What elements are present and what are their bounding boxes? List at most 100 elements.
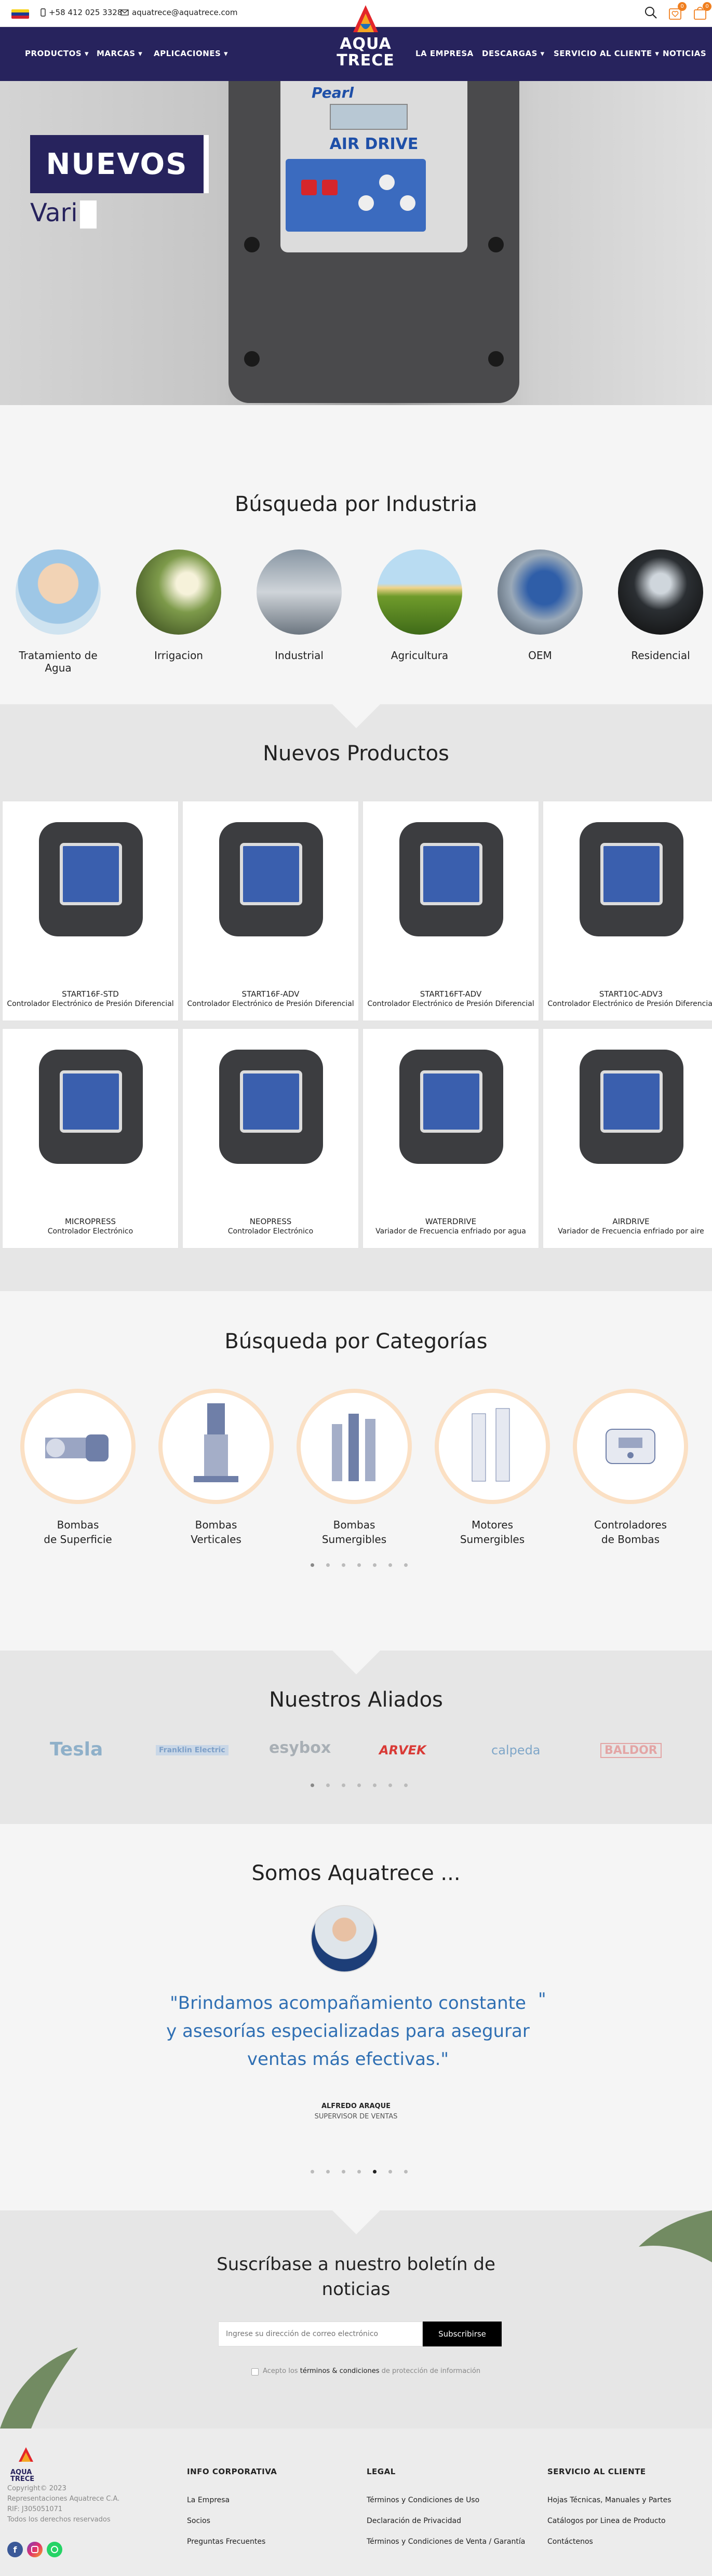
testimonial-pager-dot[interactable] bbox=[342, 2170, 345, 2174]
subscribe-button[interactable]: Subscribirse bbox=[423, 2322, 502, 2346]
category-sumergibles[interactable]: Bombas Sumergibles bbox=[297, 1393, 411, 1547]
allies-pager-dot[interactable] bbox=[373, 1783, 377, 1787]
industry-irrigacion[interactable]: Irrigacion bbox=[136, 549, 221, 662]
cart-button[interactable]: 0 bbox=[692, 2, 711, 22]
categories-pager-dot[interactable] bbox=[326, 1563, 330, 1567]
category-superficie[interactable]: Bombas de Superficie bbox=[21, 1393, 135, 1547]
product-card[interactable]: WATERDRIVE Variador de Frecuencia enfriad… bbox=[362, 1028, 539, 1249]
product-card[interactable]: START16FT-ADV Controlador Electrónico de … bbox=[362, 801, 539, 1021]
allies-pager-dot[interactable] bbox=[388, 1783, 392, 1787]
category-motores[interactable]: Motores Sumergibles bbox=[435, 1393, 549, 1547]
nav-servicio[interactable]: SERVICIO AL CLIENTE ▾ bbox=[554, 49, 659, 58]
testimonial-pager-dot[interactable] bbox=[404, 2170, 408, 2174]
product-panel bbox=[420, 1070, 482, 1133]
industry-agricultura[interactable]: Agricultura bbox=[377, 549, 462, 662]
testimonial-pager-dot[interactable] bbox=[388, 2170, 392, 2174]
industry-agricultura-image bbox=[377, 549, 462, 635]
category-motores-line1: Motores bbox=[471, 1519, 514, 1531]
allies-pager-dot[interactable] bbox=[342, 1783, 345, 1787]
product-image bbox=[580, 1050, 683, 1164]
allies-pager-dot[interactable] bbox=[326, 1783, 330, 1787]
nav-aplicaciones[interactable]: APLICACIONES ▾ bbox=[154, 49, 228, 58]
nav-empresa[interactable]: LA EMPRESA bbox=[415, 49, 474, 58]
phone-contact[interactable]: +58 412 025 3328 bbox=[41, 8, 122, 17]
product-desc: Controlador Electrónico de Presión Difer… bbox=[7, 1000, 174, 1008]
allies-pager-dot[interactable] bbox=[404, 1783, 408, 1787]
ally-logo-tesla[interactable]: Tesla bbox=[50, 1739, 103, 1760]
industry-title: Búsqueda por Industria bbox=[234, 492, 478, 516]
footer-link-socios[interactable]: Socios bbox=[187, 2517, 210, 2525]
aquatrece-logo[interactable]: AQUA TRECE bbox=[334, 3, 397, 76]
ally-logo-baldor[interactable]: BALDOR bbox=[600, 1743, 662, 1758]
phone-text: +58 412 025 3328 bbox=[49, 8, 123, 17]
venezuela-flag-icon[interactable] bbox=[11, 9, 29, 19]
newsletter-email-input[interactable] bbox=[218, 2322, 423, 2346]
categories-pager-dot[interactable] bbox=[311, 1563, 314, 1567]
nav-noticias[interactable]: NOTICIAS bbox=[663, 49, 706, 58]
category-controladores[interactable]: Controladores de Bombas bbox=[573, 1393, 688, 1547]
device-brand: Pearl bbox=[312, 84, 354, 101]
ally-logo-arvek[interactable]: ARVEK bbox=[379, 1743, 426, 1757]
category-verticales[interactable]: Bombas Verticales bbox=[159, 1393, 273, 1547]
whatsapp-icon[interactable] bbox=[47, 2542, 62, 2557]
product-image bbox=[580, 822, 683, 936]
industry-oem[interactable]: OEM bbox=[498, 549, 583, 662]
nav-descargas[interactable]: DESCARGAS ▾ bbox=[482, 49, 545, 58]
instagram-icon[interactable] bbox=[27, 2542, 43, 2557]
nav-marcas[interactable]: MARCAS ▾ bbox=[97, 49, 142, 58]
categories-pager-dot[interactable] bbox=[404, 1563, 408, 1567]
ally-logo-esybox[interactable]: esybox bbox=[269, 1739, 331, 1757]
product-card[interactable]: NEOPRESS Controlador Electrónico bbox=[182, 1028, 359, 1249]
footer-link-catalogs[interactable]: Catálogos por Linea de Producto bbox=[547, 2517, 666, 2525]
footer-link-terms-sale[interactable]: Términos y Condiciones de Venta / Garant… bbox=[367, 2538, 525, 2546]
industry-tratamiento[interactable]: Tratamiento de Agua bbox=[16, 549, 101, 674]
allies-title: Nuestros Aliados bbox=[269, 1688, 443, 1712]
footer-logo[interactable]: AQUA TRECE bbox=[10, 2446, 42, 2483]
categories-pager-dot[interactable] bbox=[357, 1563, 361, 1567]
product-card[interactable]: AIRDRIVE Variador de Frecuencia enfriado … bbox=[543, 1028, 712, 1249]
nav-productos[interactable]: PRODUCTOS ▾ bbox=[25, 49, 89, 58]
product-desc: Controlador Electrónico de Presión Difer… bbox=[187, 1000, 354, 1008]
terms-link[interactable]: términos & condiciones bbox=[300, 2367, 380, 2375]
product-card[interactable]: START16F-STD Controlador Electrónico de P… bbox=[2, 801, 179, 1021]
facebook-icon[interactable]: f bbox=[7, 2542, 23, 2557]
logo-line1: AQUA bbox=[340, 35, 392, 53]
categories-pager-dot[interactable] bbox=[388, 1563, 392, 1567]
ally-logo-calpeda[interactable]: calpeda bbox=[491, 1743, 541, 1757]
accept-terms-checkbox[interactable] bbox=[251, 2368, 259, 2376]
industry-industrial[interactable]: Industrial bbox=[257, 549, 342, 662]
wishlist-count: 0 bbox=[678, 2, 687, 11]
product-name: AIRDRIVE bbox=[612, 1217, 650, 1226]
footer-link-datasheets[interactable]: Hojas Técnicas, Manuales y Partes bbox=[547, 2496, 671, 2504]
allies-pager-dot[interactable] bbox=[311, 1783, 314, 1787]
testimonial-pager-dot[interactable] bbox=[311, 2170, 314, 2174]
search-button[interactable] bbox=[644, 6, 657, 19]
product-image bbox=[39, 822, 143, 936]
footer-link-contact[interactable]: Contáctenos bbox=[547, 2538, 593, 2546]
product-card[interactable]: START16F-ADV Controlador Electrónico de P… bbox=[182, 801, 359, 1021]
footer-link-empresa[interactable]: La Empresa bbox=[187, 2496, 230, 2504]
categories-title: Búsqueda por Categorías bbox=[224, 1330, 488, 1353]
ally-logo-franklin[interactable]: Franklin Electric bbox=[156, 1745, 229, 1755]
industry-industrial-label: Industrial bbox=[275, 649, 324, 662]
product-card[interactable]: MICROPRESS Controlador Electrónico bbox=[2, 1028, 179, 1249]
product-panel bbox=[60, 843, 122, 905]
footer-link-faq[interactable]: Preguntas Frecuentes bbox=[187, 2538, 265, 2546]
industry-oem-image bbox=[498, 549, 583, 635]
testimonial-pager-dot[interactable] bbox=[357, 2170, 361, 2174]
allies-pager-dot[interactable] bbox=[357, 1783, 361, 1787]
wishlist-button[interactable]: 0 bbox=[667, 2, 687, 22]
testimonial-pager-dot[interactable] bbox=[373, 2170, 377, 2174]
product-name: START16F-STD bbox=[62, 989, 119, 999]
footer-link-privacy[interactable]: Declaración de Privacidad bbox=[367, 2517, 461, 2525]
email-contact[interactable]: aquatrece@aquatrece.com bbox=[120, 8, 237, 17]
categories-pager-dot[interactable] bbox=[373, 1563, 377, 1567]
testimonial-pager-dot[interactable] bbox=[326, 2170, 330, 2174]
footer-link-terms-use[interactable]: Términos y Condiciones de Uso bbox=[367, 2496, 479, 2504]
categories-pager-dot[interactable] bbox=[342, 1563, 345, 1567]
product-card[interactable]: START10C-ADV3 Controlador Electrónico de … bbox=[543, 801, 712, 1021]
category-verticales-line1: Bombas bbox=[195, 1519, 237, 1531]
hero-banner: Pearl AIR DRIVE NUEVOS Vari bbox=[0, 81, 712, 405]
email-text: aquatrece@aquatrece.com bbox=[132, 8, 238, 17]
industry-residencial[interactable]: Residencial bbox=[618, 549, 703, 662]
